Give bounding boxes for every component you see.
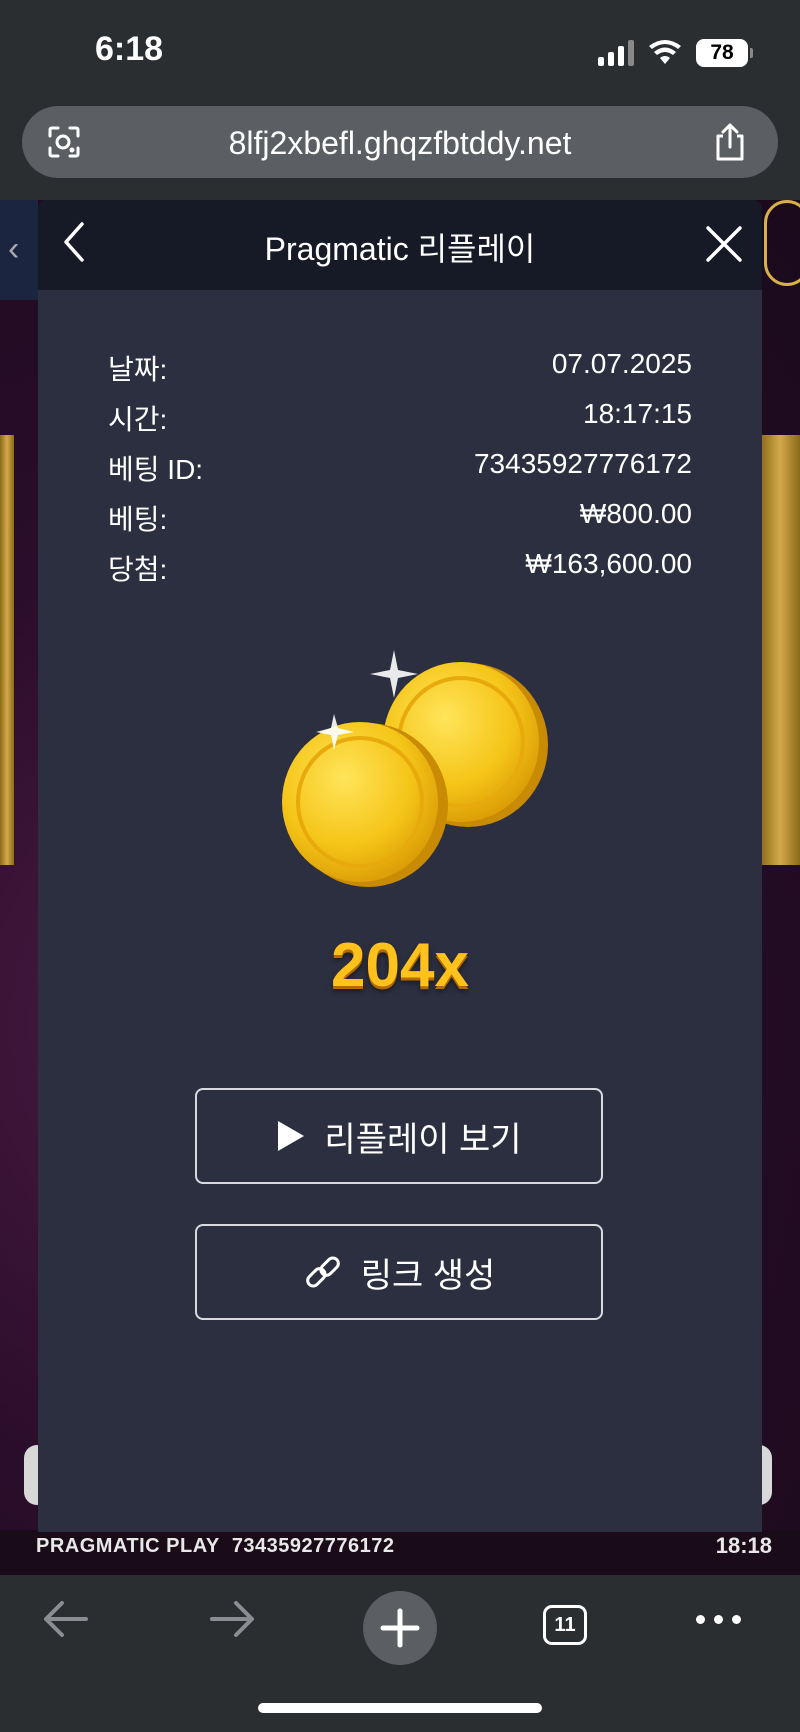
time-label: 시간:	[108, 404, 168, 435]
bet-info-list: 날짜: 07.07.2025 시간: 18:17:15 베팅 ID: 73435…	[108, 348, 692, 598]
modal-title: Pragmatic 리플레이	[264, 231, 536, 267]
forward-icon[interactable]	[208, 1597, 258, 1641]
date-label: 날짜:	[108, 354, 168, 385]
cellular-signal-icon	[598, 40, 634, 66]
play-icon	[278, 1121, 305, 1151]
brand-name: PRAGMATIC PLAY	[36, 1535, 220, 1557]
address-bar[interactable]: 8lfj2xbefl.ghqzfbtddy.net	[22, 106, 778, 178]
home-indicator	[258, 1703, 542, 1713]
replay-modal: Pragmatic 리플레이 날짜: 07.07.2025 시간: 18:17:…	[38, 200, 762, 1532]
info-row-date: 날짜: 07.07.2025	[108, 348, 692, 398]
status-icons: 78	[598, 36, 753, 70]
new-tab-button[interactable]	[363, 1591, 437, 1665]
info-row-bet-id: 베팅 ID: 73435927776172	[108, 448, 692, 498]
share-icon[interactable]	[712, 122, 748, 162]
info-row-time: 시간: 18:17:15	[108, 398, 692, 448]
battery-indicator: 78	[696, 39, 753, 67]
win-label: 당첨:	[108, 554, 168, 585]
win-multiplier: 204x	[331, 931, 469, 1000]
plus-icon	[380, 1608, 420, 1648]
watch-replay-label: 리플레이 보기	[324, 1120, 522, 1159]
footer-bet-id: 73435927776172	[231, 1535, 395, 1557]
modal-header: Pragmatic 리플레이	[38, 200, 762, 290]
bet-label: 베팅:	[108, 504, 168, 535]
bet-id-value: 73435927776172	[473, 448, 692, 479]
create-link-label: 링크 생성	[360, 1256, 496, 1295]
link-icon	[305, 1256, 340, 1288]
game-clock: 18:18	[715, 1533, 772, 1558]
tabs-button[interactable]: 11	[543, 1605, 587, 1645]
chevron-left-icon[interactable]: ‹	[8, 230, 19, 269]
back-icon[interactable]	[40, 1597, 90, 1641]
win-value: ₩163,600.00	[525, 548, 692, 579]
game-left-panel: ‹	[0, 200, 38, 300]
info-row-bet: 베팅: ₩800.00	[108, 498, 692, 548]
game-decoration	[764, 200, 800, 286]
create-link-button[interactable]: 링크 생성	[195, 1224, 603, 1320]
status-bar: 6:18 78	[0, 0, 800, 100]
bet-value: ₩800.00	[579, 498, 692, 529]
url-text[interactable]: 8lfj2xbefl.ghqzfbtddy.net	[22, 125, 778, 162]
more-options-icon[interactable]	[696, 1615, 741, 1624]
date-value: 07.07.2025	[551, 348, 692, 379]
gold-coins-icon	[282, 650, 548, 887]
watch-replay-button[interactable]: 리플레이 보기	[195, 1088, 603, 1184]
info-row-win: 당첨: ₩163,600.00	[108, 548, 692, 598]
bet-id-label: 베팅 ID:	[108, 454, 204, 485]
status-time: 6:18	[95, 30, 164, 68]
game-footer-brand: PRAGMATIC PLAY 73435927776172	[36, 1535, 395, 1558]
close-icon[interactable]	[704, 224, 744, 264]
reel-frame-right	[760, 435, 800, 865]
time-value: 18:17:15	[583, 398, 692, 429]
reel-frame-left	[0, 435, 14, 865]
wifi-icon	[649, 40, 681, 64]
